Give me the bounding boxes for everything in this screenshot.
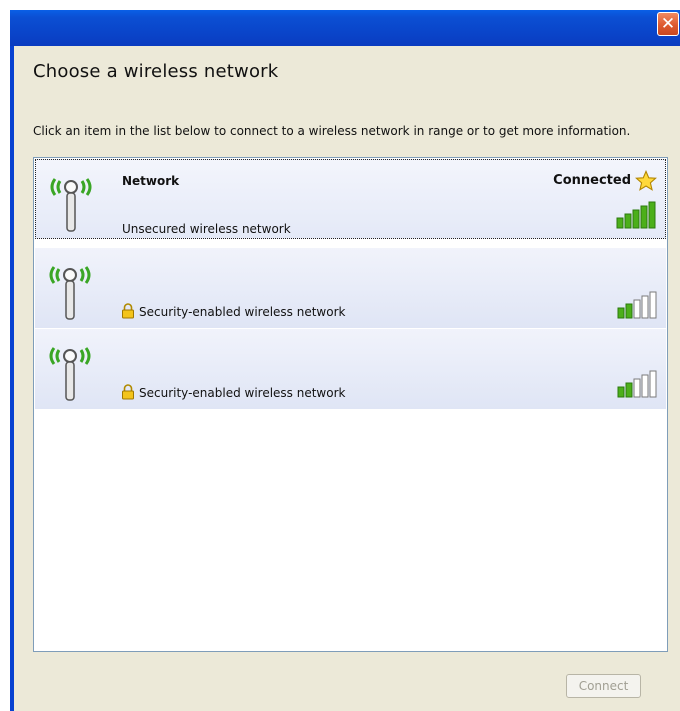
network-item-1[interactable]: Network Connected Unsecured wireless net… <box>35 159 666 239</box>
signal-strength-icon <box>616 201 656 229</box>
network-security-description: Security-enabled wireless network <box>139 386 346 400</box>
page-title: Choose a wireless network <box>33 61 279 82</box>
star-icon <box>635 170 657 191</box>
signal-strength-icon <box>617 291 657 319</box>
network-security-description: Unsecured wireless network <box>122 222 291 236</box>
window-border <box>10 46 14 711</box>
signal-strength-icon <box>617 370 657 398</box>
network-item-3[interactable]: Security-enabled wireless network <box>35 329 666 409</box>
wireless-antenna-icon <box>50 178 92 232</box>
close-icon: ✕ <box>660 13 676 34</box>
connect-button[interactable]: Connect <box>566 674 641 698</box>
instruction-text: Click an item in the list below to conne… <box>33 124 631 138</box>
lock-icon <box>122 384 134 400</box>
network-list[interactable]: Network Connected Unsecured wireless net… <box>33 157 668 652</box>
network-name: Network <box>122 174 180 188</box>
network-security-description: Security-enabled wireless network <box>139 305 346 319</box>
lock-icon <box>122 303 134 319</box>
wireless-antenna-icon <box>49 266 91 320</box>
wireless-antenna-icon <box>49 347 91 401</box>
connection-status: Connected <box>553 173 631 188</box>
title-bar[interactable] <box>10 10 680 46</box>
close-button[interactable]: ✕ <box>657 12 679 36</box>
network-item-2[interactable]: Security-enabled wireless network <box>35 248 666 328</box>
